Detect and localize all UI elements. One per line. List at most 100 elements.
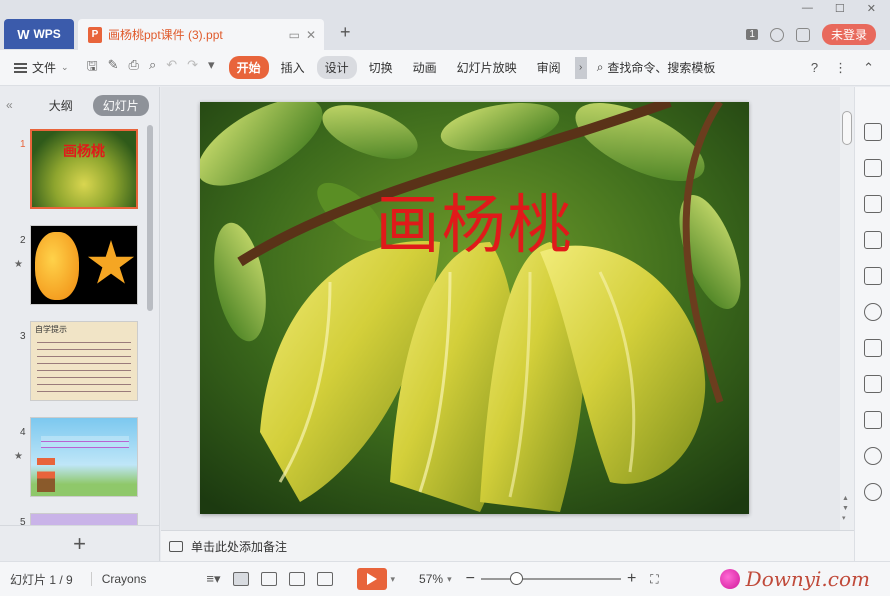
undo-icon[interactable]: ↶ — [166, 57, 177, 79]
star-icon[interactable] — [864, 303, 882, 321]
thumbnail-scrollbar[interactable] — [147, 125, 153, 311]
redo-icon[interactable]: ↷ — [187, 57, 198, 79]
fit-window-icon[interactable]: ⛶ — [650, 572, 658, 587]
slide-number: 4 — [20, 427, 26, 438]
print-icon[interactable]: ⎙ — [129, 57, 139, 79]
format-painter-icon[interactable]: ✎ — [108, 57, 119, 79]
tab-transitions[interactable]: 切换 — [361, 56, 401, 79]
slide-title[interactable]: 画杨桃 — [200, 174, 749, 266]
slide-sorter-icon[interactable] — [260, 572, 277, 586]
starfruit-slice-image — [87, 240, 135, 284]
thumbnail-text-lines — [37, 336, 131, 394]
slide-thumbnail[interactable]: 画杨桃 — [30, 129, 138, 209]
more-options-icon[interactable]: ⋮ — [834, 60, 847, 76]
notes-pane[interactable]: 单击此处添加备注 — [161, 530, 854, 561]
zoom-options-icon[interactable]: ▾ — [447, 574, 452, 585]
file-menu-label: 文件 — [32, 61, 57, 75]
history-icon[interactable] — [864, 483, 882, 501]
archive-icon[interactable] — [864, 339, 882, 357]
tab-insert[interactable]: 插入 — [273, 56, 313, 79]
print-preview-icon[interactable]: ⌕ — [149, 57, 156, 79]
notes-placeholder[interactable]: 单击此处添加备注 — [191, 538, 287, 555]
site-watermark: Downyi.com — [719, 567, 870, 591]
signpost-image — [37, 458, 55, 492]
window-controls: — ☐ ✕ — [802, 2, 876, 15]
image-icon[interactable] — [864, 411, 882, 429]
skin-icon[interactable] — [769, 27, 784, 42]
compass-icon[interactable] — [864, 447, 882, 465]
title-bar: W WPS P 画杨桃ppt课件 (3).ppt ▭ ✕ + — ☐ ✕ 1 未… — [0, 0, 890, 50]
minimize-icon[interactable]: — — [802, 2, 813, 15]
help-icon[interactable]: ? — [811, 60, 818, 76]
search-icon: ⌕ — [596, 60, 604, 74]
tab-review[interactable]: 审阅 — [529, 56, 569, 79]
normal-view-icon[interactable] — [232, 572, 249, 586]
window-mode-icon[interactable]: ▭ — [289, 28, 300, 42]
shirt-icon[interactable] — [795, 27, 810, 42]
theme-name[interactable]: Crayons — [90, 572, 146, 586]
canvas-scroll-thumb[interactable] — [842, 111, 852, 145]
maximize-icon[interactable]: ☐ — [835, 2, 845, 15]
tab-design[interactable]: 设计 — [316, 56, 357, 79]
zoom-in-icon[interactable]: + — [627, 570, 636, 588]
tab-home[interactable]: 开始 — [228, 56, 269, 79]
window-count-badge[interactable]: 1 — [746, 29, 758, 40]
hamburger-icon — [14, 62, 27, 73]
canvas-scrollbar[interactable]: ▲ ▼ ▾ — [840, 87, 854, 530]
slide-number: 2 — [20, 235, 26, 246]
share-icon[interactable] — [864, 375, 882, 393]
collapse-panel-icon[interactable]: « — [6, 98, 13, 112]
save-icon[interactable]: 🖫 — [87, 57, 98, 79]
current-slide[interactable]: 画杨桃 — [200, 102, 749, 514]
play-options-icon[interactable]: ▾ — [391, 574, 396, 585]
wps-home-tab[interactable]: W WPS — [4, 19, 74, 49]
status-bar: 幻灯片 1 / 9 Crayons ≡▾ ▾ 57% ▾ − + ⛶ Downy… — [0, 561, 890, 596]
starfruit-photo — [200, 102, 749, 514]
document-tab[interactable]: P 画杨桃ppt课件 (3).ppt ▭ ✕ — [78, 19, 324, 50]
command-search[interactable]: ⌕ 查找命令、搜索模板 — [597, 59, 716, 76]
page-nav-arrows[interactable]: ▲ ▼ ▾ — [842, 494, 849, 524]
file-menu-button[interactable]: 文件 ⌄ — [14, 59, 69, 76]
slide-thumbnail[interactable] — [30, 417, 138, 497]
zoom-slider[interactable]: − + ⛶ — [466, 570, 659, 588]
slide-counter: 幻灯片 1 / 9 — [10, 572, 73, 587]
presenter-view-icon[interactable] — [316, 572, 333, 586]
notes-toggle-icon[interactable]: ≡▾ — [206, 571, 220, 587]
customize-icon[interactable]: ▾ — [208, 57, 215, 79]
slide-number: 3 — [20, 331, 26, 342]
tab-animation[interactable]: 动画 — [405, 56, 445, 79]
slide-thumbnail[interactable] — [30, 225, 138, 305]
tab-outline[interactable]: 大纲 — [39, 95, 83, 116]
zoom-out-icon[interactable]: − — [466, 570, 475, 588]
chevron-down-icon: ⌄ — [61, 62, 69, 72]
view-buttons: ≡▾ — [206, 571, 333, 587]
ppt-file-icon: P — [88, 26, 102, 43]
animation-star-icon: ★ — [14, 259, 23, 270]
slide-thumbnail[interactable] — [30, 513, 138, 525]
animation-icon[interactable] — [864, 123, 882, 141]
zoom-knob[interactable] — [509, 572, 523, 585]
login-button[interactable]: 未登录 — [821, 24, 876, 45]
ribbon: 文件 ⌄ 🖫 ✎ ⎙ ⌕ ↶ ↷ ▾ 开始 插入 设计 切换 动画 幻灯片放映 … — [0, 50, 890, 86]
ribbon-tabs: 开始 插入 设计 切换 动画 幻灯片放映 审阅 — [228, 56, 569, 79]
play-slideshow-button[interactable] — [356, 568, 387, 590]
tab-slideshow[interactable]: 幻灯片放映 — [449, 56, 525, 79]
collapse-ribbon-icon[interactable]: ⌃ — [863, 60, 874, 76]
wps-label: WPS — [33, 27, 61, 41]
add-slide-button[interactable]: + — [0, 525, 159, 561]
slide-editing-canvas: 画杨桃 ▲ ▼ ▾ — [161, 87, 854, 530]
shape-icon[interactable] — [864, 195, 882, 213]
close-tab-icon[interactable]: ✕ — [306, 28, 316, 42]
wps-logo-icon: W — [17, 26, 30, 42]
more-tabs-button[interactable]: › — [574, 56, 587, 79]
tab-slides[interactable]: 幻灯片 — [92, 94, 149, 116]
close-window-icon[interactable]: ✕ — [867, 2, 876, 15]
zoom-track[interactable] — [480, 572, 621, 585]
reading-view-icon[interactable] — [288, 572, 305, 586]
copy-style-icon[interactable] — [864, 159, 882, 177]
new-tab-button[interactable]: + — [340, 22, 351, 43]
slide-thumbnail[interactable]: 自学提示 — [30, 321, 138, 401]
zoom-level[interactable]: 57% — [419, 572, 443, 586]
gallery-icon[interactable] — [864, 267, 882, 285]
settings-sliders-icon[interactable] — [864, 231, 882, 249]
